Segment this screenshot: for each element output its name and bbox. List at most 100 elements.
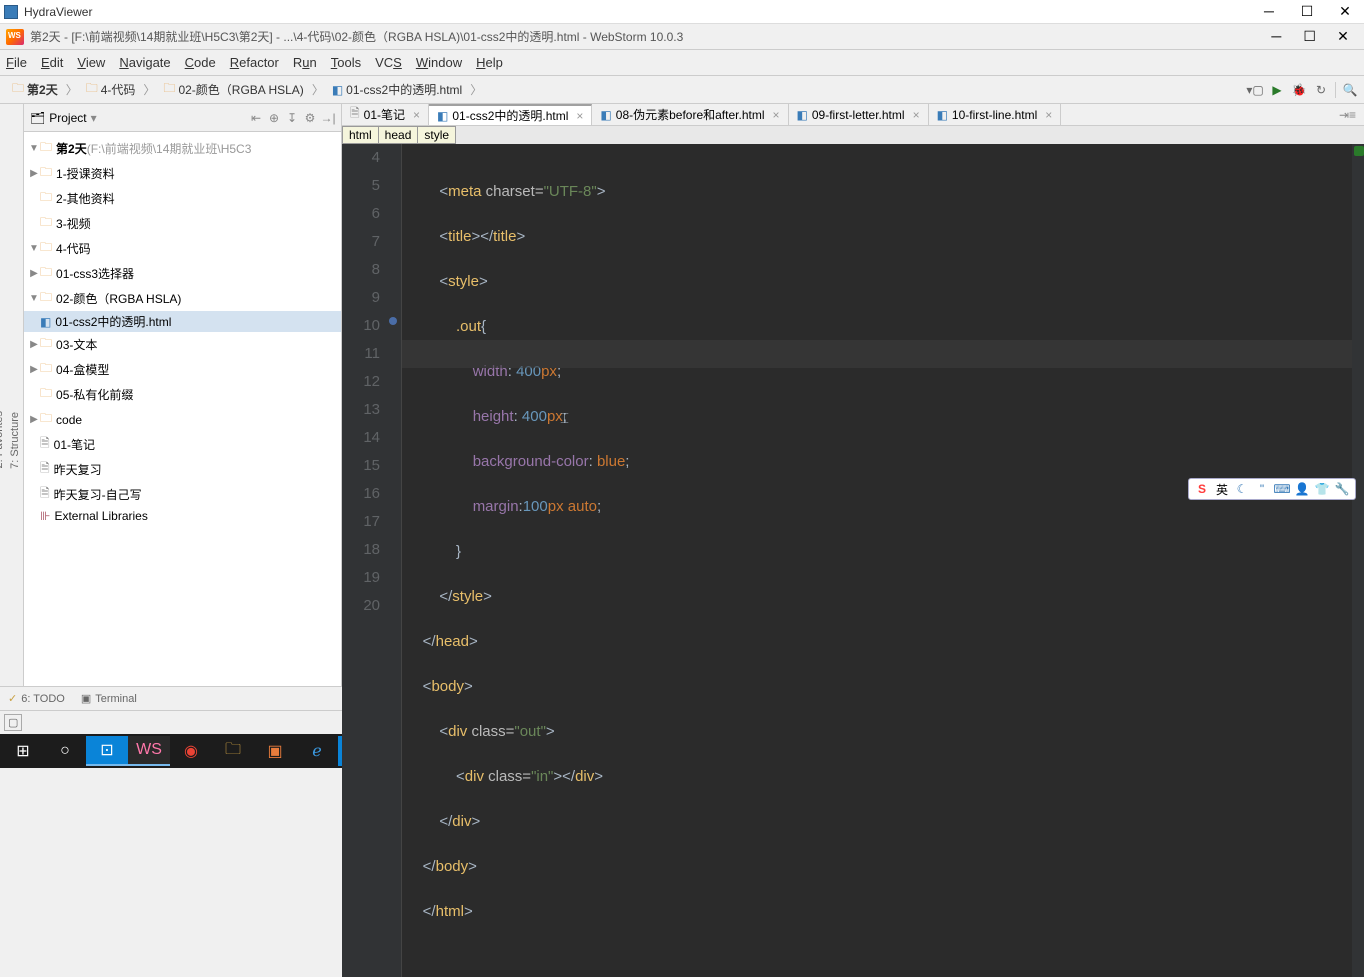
menu-view[interactable]: View (77, 55, 105, 70)
tree-node-2[interactable]: 🗀2-其他资料 (24, 186, 341, 211)
ime-keyboard-icon[interactable]: ⌨ (1273, 482, 1291, 496)
ws-minimize-button[interactable]: ─ (1261, 28, 1291, 44)
tree-node-4b1[interactable]: ◧01-css2中的透明.html (24, 311, 341, 332)
project-tree: ▼🗀第2天 (F:\前端视频\14期就业班\H5C3 ▶🗀1-授课资料 🗀2-其… (24, 132, 341, 686)
status-left-icon[interactable]: ▢ (4, 714, 22, 731)
breadcrumb-file[interactable]: ◧01-css2中的透明.html (326, 79, 468, 100)
folder-icon: 🗀 (163, 79, 175, 100)
menu-window[interactable]: Window (416, 55, 462, 70)
cortana-button[interactable]: ○ (44, 736, 86, 766)
crumb-style[interactable]: style (417, 126, 456, 144)
menu-tools[interactable]: Tools (331, 55, 361, 70)
minimize-button[interactable]: ─ (1254, 3, 1284, 20)
hide-button[interactable]: →| (321, 111, 335, 125)
hydraviewer-titlebar: HydraViewer ─ ☐ ✕ (0, 0, 1364, 24)
taskbar-webstorm[interactable]: WS (128, 736, 170, 766)
tree-file-3[interactable]: 🗎昨天复习-自己写 (24, 482, 341, 507)
ime-moon-icon[interactable]: ☾ (1233, 482, 1251, 496)
ws-close-button[interactable]: ✕ (1328, 28, 1358, 45)
tab-01-css2[interactable]: ◧01-css2中的透明.html× (429, 104, 592, 125)
menu-code[interactable]: Code (185, 55, 216, 70)
crumb-head[interactable]: head (378, 126, 419, 144)
menu-run[interactable]: Run (293, 55, 317, 70)
run-config-dropdown[interactable]: ▾▢ (1247, 82, 1263, 98)
taskbar-ie[interactable]: ℯ (296, 736, 338, 766)
menu-edit[interactable]: Edit (41, 55, 63, 70)
close-icon[interactable]: × (413, 108, 420, 122)
tree-node-4[interactable]: ▼🗀4-代码 (24, 236, 341, 261)
breadcrumb-root[interactable]: 🗀第2天 (6, 77, 64, 102)
tree-node-4d[interactable]: ▶🗀04-盒模型 (24, 357, 341, 382)
tree-node-3[interactable]: 🗀3-视频 (24, 211, 341, 236)
ime-logo-icon[interactable]: S (1193, 482, 1211, 496)
taskbar-app-1[interactable]: ⊡ (86, 736, 128, 766)
start-button[interactable]: ⊞ (2, 736, 44, 766)
code-editor[interactable]: 4567891011121314151617181920 <meta chars… (342, 144, 1364, 977)
tree-file-2[interactable]: 🗎昨天复习 (24, 457, 341, 482)
tabs-overflow[interactable]: ⇥≡ (1331, 104, 1364, 125)
menu-refactor[interactable]: Refactor (230, 55, 279, 70)
project-icon: 🗂 (30, 111, 45, 125)
tab-01-notes[interactable]: 🗎01-笔记× (342, 104, 429, 125)
separator (1335, 82, 1336, 98)
autoscroll-button[interactable]: ↧ (285, 111, 299, 125)
tree-external-libs[interactable]: ⊪External Libraries (24, 507, 341, 525)
run-button[interactable]: ▶ (1269, 82, 1285, 98)
structure-tool-tab[interactable]: 7: Structure (7, 402, 23, 479)
debug-button[interactable]: 🐞 (1291, 82, 1307, 98)
taskbar-ppt[interactable]: ▣ (254, 736, 296, 766)
ime-lang-button[interactable]: 英 (1213, 481, 1231, 498)
tab-10[interactable]: ◧10-first-line.html× (929, 104, 1062, 125)
editor-tabs: 🗎01-笔记× ◧01-css2中的透明.html× ◧08-伪元素before… (342, 104, 1364, 126)
target-button[interactable]: ⊕ (267, 111, 281, 125)
settings-button[interactable]: ⚙ (303, 111, 317, 125)
tab-08[interactable]: ◧08-伪元素before和after.html× (592, 104, 788, 125)
close-icon[interactable]: × (576, 109, 583, 123)
maximize-button[interactable]: ☐ (1292, 3, 1322, 20)
project-pane: 🗂Project ▾ ⇤ ⊕ ↧ ⚙ →| ▼🗀第2天 (F:\前端视频\14期… (24, 104, 342, 686)
taskbar-chrome[interactable]: ◉ (170, 736, 212, 766)
close-icon[interactable]: × (913, 108, 920, 122)
ime-wrench-icon[interactable]: 🔧 (1333, 482, 1351, 496)
tab-09[interactable]: ◧09-first-letter.html× (789, 104, 929, 125)
ime-person-icon[interactable]: 👤 (1293, 482, 1311, 496)
breakpoint-marker[interactable] (389, 317, 397, 325)
folder-icon: 🗀 (86, 79, 98, 100)
favorites-tool-tab[interactable]: 2: Favorites (0, 401, 7, 478)
menu-navigate[interactable]: Navigate (119, 55, 170, 70)
terminal-tool-tab[interactable]: ▣Terminal (81, 692, 137, 705)
menu-vcs[interactable]: VCS (375, 55, 402, 70)
tree-node-4a[interactable]: ▶🗀01-css3选择器 (24, 261, 341, 286)
tree-node-code[interactable]: ▶🗀code (24, 407, 341, 432)
menubar: File Edit View Navigate Code Refactor Ru… (0, 50, 1364, 76)
ime-comma-icon[interactable]: " (1253, 482, 1271, 496)
tree-node-4e[interactable]: 🗀05-私有化前缀 (24, 382, 341, 407)
webstorm-titlebar: 第2天 - [F:\前端视频\14期就业班\H5C3\第2天] - ...\4-… (0, 24, 1364, 50)
collapse-button[interactable]: ⇤ (249, 111, 263, 125)
breadcrumb-d2[interactable]: 🗀02-颜色（RGBA HSLA) (157, 77, 309, 102)
taskbar-explorer[interactable]: 🗀 (212, 736, 254, 766)
close-icon[interactable]: × (1045, 108, 1052, 122)
ws-maximize-button[interactable]: ☐ (1295, 28, 1325, 45)
scrollbar[interactable] (1352, 144, 1364, 977)
menu-help[interactable]: Help (476, 55, 503, 70)
code-text[interactable]: <meta charset="UTF-8"> <title></title> <… (402, 144, 1364, 977)
tree-root[interactable]: ▼🗀第2天 (F:\前端视频\14期就业班\H5C3 (24, 136, 341, 161)
tree-file-1[interactable]: 🗎01-笔记 (24, 432, 341, 457)
breadcrumb-d1[interactable]: 🗀4-代码 (80, 77, 142, 102)
ime-toolbar[interactable]: S 英 ☾ " ⌨ 👤 👕 🔧 (1188, 478, 1356, 500)
crumb-html[interactable]: html (342, 126, 379, 144)
inspection-ok-icon (1354, 146, 1364, 156)
left-tool-gutter: 7: Structure 2: Favorites (0, 104, 24, 686)
rerun-button[interactable]: ↻ (1313, 82, 1329, 98)
tree-node-4c[interactable]: ▶🗀03-文本 (24, 332, 341, 357)
close-icon[interactable]: × (773, 108, 780, 122)
menu-file[interactable]: File (6, 55, 27, 70)
todo-tool-tab[interactable]: ✓6: TODO (8, 692, 65, 705)
tree-node-4b[interactable]: ▼🗀02-颜色（RGBA HSLA) (24, 286, 341, 311)
tree-node-1[interactable]: ▶🗀1-授课资料 (24, 161, 341, 186)
close-button[interactable]: ✕ (1330, 3, 1360, 20)
fold-gutter[interactable] (388, 144, 402, 977)
search-button[interactable]: 🔍 (1342, 82, 1358, 98)
ime-shirt-icon[interactable]: 👕 (1313, 482, 1331, 496)
